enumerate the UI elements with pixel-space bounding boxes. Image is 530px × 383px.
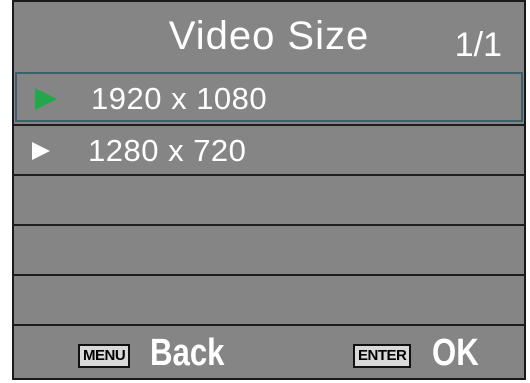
menu-item-label: 1920 x 1080 xyxy=(91,81,268,116)
menu-item-label: 1280 x 720 xyxy=(88,133,247,168)
menu-item-empty xyxy=(14,274,524,324)
ok-label: OK xyxy=(432,332,479,374)
menu-key-icon: MENU xyxy=(78,344,131,368)
page-indicator: 1/1 xyxy=(454,26,502,64)
camera-menu-screen: Video Size 1/1 1920 x 1080 1280 x 720 ME… xyxy=(12,0,526,380)
menu-item-1920x1080[interactable]: 1920 x 1080 xyxy=(15,72,523,122)
menu-item-empty xyxy=(14,224,524,274)
arrow-icon xyxy=(32,142,50,160)
enter-key-icon: ENTER xyxy=(353,344,412,368)
menu-header: Video Size 1/1 xyxy=(14,2,524,72)
menu-title: Video Size xyxy=(168,14,370,58)
menu-item-1280x720[interactable]: 1280 x 720 xyxy=(14,124,524,174)
selected-arrow-icon xyxy=(35,88,57,110)
menu-item-empty xyxy=(14,174,524,224)
menu-footer: MENU Back ENTER OK xyxy=(14,324,524,378)
back-label: Back xyxy=(150,332,225,374)
